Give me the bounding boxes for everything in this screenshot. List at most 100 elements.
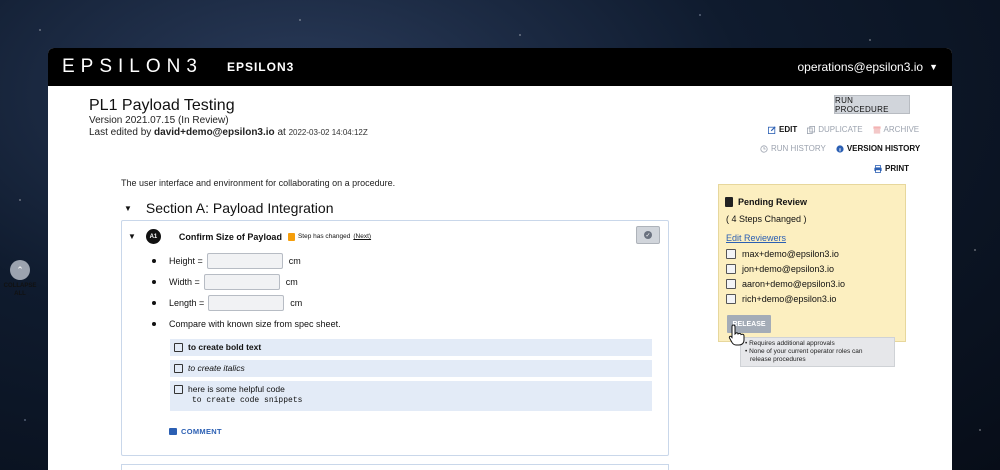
reviewer-item[interactable]: aaron+demo@epsilon3.io (726, 279, 845, 289)
tooltip-line: release procedures (750, 356, 806, 363)
duplicate-button[interactable]: DUPLICATE (807, 125, 863, 134)
review-title: Pending Review (738, 197, 808, 207)
changed-text: Step has changed (297, 233, 351, 240)
archive-label: ARCHIVE (883, 125, 920, 134)
note-code: here is some helpful code to create code… (170, 381, 652, 411)
step-changed-notice: Step has changed (Next) (287, 232, 371, 241)
user-menu[interactable]: operations@epsilon3.io ▼ (797, 60, 938, 74)
reviewer-checkbox[interactable] (726, 249, 736, 259)
compare-instruction: Compare with known size from spec sheet. (152, 319, 341, 329)
width-unit: cm (285, 277, 298, 287)
note-italic: to create italics (170, 360, 652, 377)
archive-button[interactable]: ARCHIVE (872, 125, 920, 134)
collapse-section-icon[interactable]: ▼ (124, 204, 132, 213)
print-label: PRINT (885, 164, 909, 173)
app-window: EPSILON3 EPSILON3 operations@epsilon3.io… (48, 48, 952, 470)
collapse-step-icon[interactable]: ▼ (128, 232, 136, 241)
collapse-all-control[interactable]: ⌃ COLLAPSE ALL (4, 260, 36, 298)
clipboard-icon (725, 197, 733, 207)
height-field-row: Height = cm (152, 253, 301, 269)
collapse-line2: ALL (14, 291, 26, 297)
edit-label: EDIT (779, 125, 798, 134)
note-icon (174, 385, 183, 394)
run-history-button[interactable]: RUN HISTORY (760, 144, 826, 153)
note-code-intro: here is some helpful code (188, 384, 285, 394)
reviewer-checkbox[interactable] (726, 294, 736, 304)
step-complete-button[interactable]: ✓ (636, 226, 660, 244)
note-code-content: here is some helpful code to create code… (188, 384, 302, 405)
version-history-button[interactable]: VERSION HISTORY (836, 144, 920, 153)
changed-icon (287, 232, 295, 241)
length-field-row: Length = cm (152, 295, 302, 311)
user-email: operations@epsilon3.io (797, 60, 924, 74)
epsilon3-logo[interactable]: EPSILON3 (62, 56, 203, 78)
pending-review-panel: Pending Review ( 4 Steps Changed ) Edit … (718, 184, 906, 342)
width-input[interactable] (203, 274, 280, 290)
height-label: Height = (169, 256, 203, 266)
caret-down-icon: ▼ (929, 62, 938, 72)
note-italic-text: to create italics (188, 363, 245, 373)
info-icon (836, 144, 844, 153)
duplicate-icon (807, 125, 816, 134)
check-icon: ✓ (644, 231, 652, 239)
step-header: ▼ A1 Confirm Size of Payload Step has ch… (128, 229, 371, 244)
reviewer-email: aaron+demo@epsilon3.io (742, 279, 845, 289)
section-header[interactable]: ▼ Section A: Payload Integration (124, 200, 334, 216)
procedure-title: PL1 Payload Testing (89, 97, 235, 114)
reviewer-checkbox[interactable] (726, 279, 736, 289)
bullet (152, 301, 156, 305)
edit-icon (768, 125, 776, 134)
run-procedure-button[interactable]: RUN PROCEDURE (834, 95, 910, 114)
collapse-all-icon[interactable]: ⌃ (10, 260, 30, 280)
edit-reviewers-link[interactable]: Edit Reviewers (726, 233, 786, 243)
length-input[interactable] (208, 295, 285, 311)
release-tooltip: • Requires additional approvals • None o… (740, 337, 895, 367)
reviewer-item[interactable]: jon+demo@epsilon3.io (726, 264, 834, 274)
pointer-hand-cursor-icon (728, 324, 745, 346)
next-link[interactable]: (Next) (353, 233, 371, 240)
reviewer-item[interactable]: rich+demo@epsilon3.io (726, 294, 836, 304)
comment-button[interactable]: COMMENT (169, 427, 222, 436)
last-edited: Last edited by david+demo@epsilon3.io at… (89, 127, 368, 138)
duplicate-label: DUPLICATE (818, 125, 863, 134)
collapse-line1: COLLAPSE (3, 283, 37, 289)
comment-icon (169, 428, 177, 435)
length-unit: cm (290, 298, 303, 308)
run-history-label: RUN HISTORY (771, 144, 826, 153)
bullet (152, 322, 156, 326)
procedure-version: Version 2021.07.15 (In Review) (89, 115, 229, 126)
next-step-card (121, 464, 669, 470)
width-label: Width = (169, 277, 200, 287)
bullet (152, 280, 156, 284)
compare-text: Compare with known size from spec sheet. (169, 319, 341, 329)
history-icon (760, 144, 768, 153)
last-edited-at-word: at (277, 127, 286, 138)
history-actions: RUN HISTORY VERSION HISTORY (760, 144, 920, 153)
printer-icon (874, 164, 882, 173)
note-code-snippet: to create code snippets (192, 396, 303, 405)
archive-icon (872, 125, 881, 134)
last-edited-by: david+demo@epsilon3.io (154, 127, 275, 138)
brand-name[interactable]: EPSILON3 (227, 60, 294, 74)
print-action: PRINT (874, 164, 909, 173)
reviewer-email: jon+demo@epsilon3.io (742, 264, 834, 274)
step-badge: A1 (145, 229, 161, 244)
top-navbar: EPSILON3 EPSILON3 operations@epsilon3.io… (48, 48, 952, 86)
note-icon (174, 364, 183, 373)
reviewer-email: rich+demo@epsilon3.io (742, 294, 837, 304)
tooltip-line: • Requires additional approvals (745, 340, 835, 347)
procedure-description: The user interface and environment for c… (121, 178, 396, 188)
last-edited-prefix: Last edited by (89, 127, 152, 138)
height-input[interactable] (206, 253, 283, 269)
comment-label: COMMENT (181, 427, 222, 436)
note-bold: to create bold text (170, 339, 652, 356)
width-field-row: Width = cm (152, 274, 298, 290)
reviewer-checkbox[interactable] (726, 264, 736, 274)
print-button[interactable]: PRINT (874, 164, 909, 173)
length-label: Length = (169, 298, 205, 308)
note-icon (174, 343, 183, 352)
review-title-row: Pending Review (725, 197, 807, 207)
edit-button[interactable]: EDIT (768, 125, 797, 134)
procedure-actions: EDIT DUPLICATE ARCHIVE (768, 125, 919, 134)
reviewer-item[interactable]: max+demo@epsilon3.io (726, 249, 839, 259)
